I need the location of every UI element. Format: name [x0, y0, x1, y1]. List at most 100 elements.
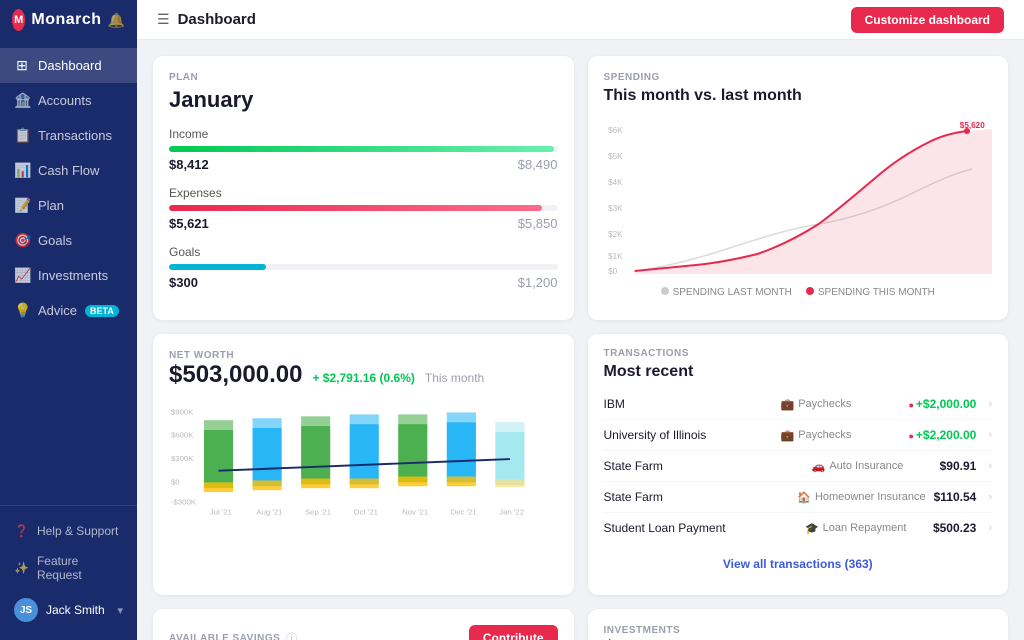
svg-text:$3K: $3K	[608, 204, 623, 213]
user-profile[interactable]: JS Jack Smith ▾	[0, 590, 137, 630]
trans-chevron-3: ›	[988, 491, 992, 503]
cat-emoji-4: 🎓	[805, 522, 819, 535]
expenses-bar-bg	[169, 205, 558, 211]
goals-amounts: $300 $1,200	[169, 275, 558, 290]
trans-cat-1: 💼 Paychecks	[780, 429, 900, 442]
goals-target: $1,200	[518, 275, 558, 290]
logo-icon: M	[12, 9, 25, 31]
cashflow-icon: 📊	[14, 162, 30, 179]
trans-chevron-0: ›	[988, 398, 992, 410]
svg-text:$900K: $900K	[171, 407, 194, 416]
nav-label-plan: Plan	[38, 198, 64, 213]
sidebar-item-dashboard[interactable]: ⊞Dashboard	[0, 48, 137, 83]
info-icon[interactable]: ⓘ	[286, 630, 297, 640]
sidebar-item-advice[interactable]: 💡AdviceBETA	[0, 293, 137, 328]
svg-text:Dec '21: Dec '21	[451, 507, 477, 516]
plan-month: January	[169, 87, 558, 113]
sidebar-item-help[interactable]: ❓ Help & Support	[0, 516, 137, 546]
cat-emoji-2: 🚗	[812, 460, 826, 473]
trans-amount-2: $90.91	[940, 459, 977, 473]
sidebar-item-accounts[interactable]: 🏦Accounts	[0, 83, 137, 118]
svg-text:$5K: $5K	[608, 152, 623, 161]
dashboard-content: PLAN January Income $8,412 $8,490 Expens…	[137, 40, 1024, 640]
trans-name-0: IBM	[604, 397, 773, 411]
svg-text:Oct '21: Oct '21	[354, 507, 378, 516]
nav-badge-advice: BETA	[85, 305, 119, 317]
svg-text:$2K: $2K	[608, 230, 623, 239]
nav-label-goals: Goals	[38, 233, 72, 248]
svg-text:Jan '22: Jan '22	[499, 507, 524, 516]
plan-label: PLAN	[169, 72, 558, 83]
income-target: $8,490	[518, 157, 558, 172]
feature-label: Feature Request	[37, 554, 123, 582]
trans-name-2: State Farm	[604, 459, 804, 473]
goals-bar-fill	[169, 264, 266, 270]
chevron-down-icon: ▾	[117, 604, 123, 617]
networth-amount: $503,000.00	[169, 361, 302, 389]
svg-text:Jul '21: Jul '21	[210, 507, 232, 516]
trans-amount-1: ●+$2,200.00	[908, 428, 976, 442]
svg-text:$0: $0	[171, 477, 180, 486]
svg-text:$0: $0	[608, 267, 618, 276]
investments-amount: $337,364.51	[604, 636, 726, 640]
svg-text:$5,620: $5,620	[959, 121, 984, 130]
savings-header: AVAILABLE SAVINGS ⓘ Contribute	[169, 625, 558, 640]
sidebar-footer: ❓ Help & Support ✨ Feature Request JS Ja…	[0, 505, 137, 640]
cat-emoji-0: 💼	[780, 398, 794, 411]
savings-label: AVAILABLE SAVINGS	[169, 633, 280, 640]
topbar: ☰ Dashboard Customize dashboard	[137, 0, 1024, 40]
trans-cat-0: 💼 Paychecks	[780, 398, 900, 411]
goals-bar-bg	[169, 264, 558, 270]
trans-cat-2: 🚗 Auto Insurance	[812, 460, 932, 473]
sidebar-item-investments[interactable]: 📈 Investments	[0, 258, 137, 293]
income-label: Income	[169, 127, 558, 141]
trans-cat-3: 🏠 Homeowner Insurance	[797, 491, 925, 504]
transactions-label: TRANSACTIONS	[604, 348, 993, 359]
spending-svg-chart: $6K $5K $4K $3K $2K $1K $0 $5,620	[604, 119, 993, 279]
svg-text:-$300K: -$300K	[171, 498, 197, 507]
cat-emoji-1: 💼	[780, 429, 794, 442]
transaction-row[interactable]: Student Loan Payment 🎓 Loan Repayment $5…	[604, 513, 993, 543]
transaction-row[interactable]: IBM 💼 Paychecks ●+$2,000.00 ›	[604, 389, 993, 420]
help-label: Help & Support	[37, 524, 118, 538]
transactions-title: Most recent	[604, 363, 993, 381]
income-bar-fill	[169, 146, 554, 152]
help-icon: ❓	[14, 524, 29, 538]
sidebar-item-transactions[interactable]: 📋Transactions	[0, 118, 137, 153]
nav-label-cashflow: Cash Flow	[38, 163, 99, 178]
sidebar-item-cashflow[interactable]: 📊 Cash Flow	[0, 153, 137, 188]
investments-card: INVESTMENTS $337,364.51 ▼ -$64.49 (0%) T…	[588, 609, 1009, 640]
dashboard-icon: ⊞	[14, 57, 30, 74]
transaction-row[interactable]: State Farm 🚗 Auto Insurance $90.91 ›	[604, 451, 993, 482]
sidebar-nav: ⊞Dashboard🏦Accounts📋Transactions 📊 Cash Fl…	[0, 40, 137, 505]
menu-icon[interactable]: ☰	[157, 11, 170, 28]
sidebar-item-goals[interactable]: 🎯 Goals	[0, 223, 137, 258]
transaction-row[interactable]: State Farm 🏠 Homeowner Insurance $110.54…	[604, 482, 993, 513]
view-all-transactions-button[interactable]: View all transactions (363)	[604, 547, 993, 581]
spending-chart: $6K $5K $4K $3K $2K $1K $0 $5,620	[604, 119, 993, 279]
contribute-button[interactable]: Contribute	[469, 625, 558, 640]
cat-emoji-3: 🏠	[797, 491, 811, 504]
savings-label-row: AVAILABLE SAVINGS ⓘ	[169, 630, 297, 640]
bell-icon[interactable]: 🔔	[108, 12, 125, 29]
income-budget-item: Income $8,412 $8,490	[169, 127, 558, 172]
sidebar-item-plan[interactable]: 📝Plan	[0, 188, 137, 223]
main-area: ☰ Dashboard Customize dashboard PLAN Jan…	[137, 0, 1024, 640]
investments-icon: 📈	[14, 267, 30, 284]
goals-icon: 🎯	[14, 232, 30, 249]
transactions-icon: 📋	[14, 127, 30, 144]
plan-card: PLAN January Income $8,412 $8,490 Expens…	[153, 56, 574, 320]
sidebar-item-feature[interactable]: ✨ Feature Request	[0, 546, 137, 590]
app-name: Monarch	[31, 11, 101, 29]
networth-period: This month	[425, 371, 484, 385]
spending-title: This month vs. last month	[604, 87, 993, 105]
nav-label-investments: Investments	[38, 268, 108, 283]
customize-dashboard-button[interactable]: Customize dashboard	[851, 7, 1004, 33]
page-title: Dashboard	[178, 11, 256, 28]
avatar: JS	[14, 598, 38, 622]
trans-amount-0: ●+$2,000.00	[908, 397, 976, 411]
trans-amount-3: $110.54	[934, 490, 977, 504]
income-bar-bg	[169, 146, 558, 152]
nav-label-advice: Advice	[38, 303, 77, 318]
transaction-row[interactable]: University of Illinois 💼 Paychecks ●+$2,…	[604, 420, 993, 451]
